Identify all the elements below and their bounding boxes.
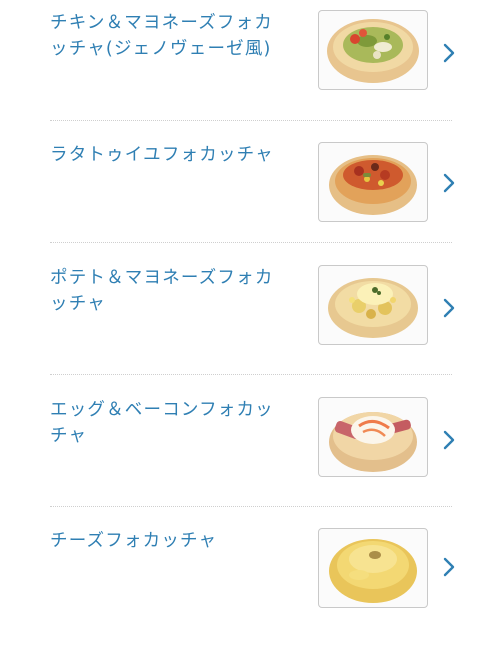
list-item[interactable]: エッグ＆ベーコンフォカッ チャ bbox=[0, 387, 480, 519]
chevron-right-icon[interactable] bbox=[440, 172, 458, 194]
chevron-right-icon[interactable] bbox=[440, 297, 458, 319]
product-name[interactable]: チキン＆マヨネーズフォカ ッチャ(ジェノヴェーゼ風) bbox=[50, 10, 298, 62]
product-thumbnail[interactable] bbox=[318, 10, 428, 90]
list-item[interactable]: チキン＆マヨネーズフォカ ッチャ(ジェノヴェーゼ風) bbox=[0, 0, 480, 132]
chevron-right-icon[interactable] bbox=[440, 429, 458, 451]
product-thumbnail[interactable] bbox=[318, 265, 428, 345]
divider bbox=[50, 506, 452, 507]
chevron-right-icon[interactable] bbox=[440, 42, 458, 64]
product-name[interactable]: ポテト＆マヨネーズフォカ ッチャ bbox=[50, 265, 298, 317]
divider bbox=[50, 374, 452, 375]
chevron-right-icon[interactable] bbox=[440, 556, 458, 578]
product-thumbnail[interactable] bbox=[318, 397, 428, 477]
product-name[interactable]: ラタトゥイユフォカッチャ bbox=[50, 142, 298, 168]
product-thumbnail[interactable] bbox=[318, 142, 428, 222]
list-item[interactable]: チーズフォカッチャ bbox=[0, 518, 480, 650]
product-name[interactable]: チーズフォカッチャ bbox=[50, 528, 298, 554]
product-name[interactable]: エッグ＆ベーコンフォカッ チャ bbox=[50, 397, 298, 449]
divider bbox=[50, 120, 452, 121]
divider bbox=[50, 242, 452, 243]
list-item[interactable]: ポテト＆マヨネーズフォカ ッチャ bbox=[0, 255, 480, 387]
product-thumbnail[interactable] bbox=[318, 528, 428, 608]
list-item[interactable]: ラタトゥイユフォカッチャ bbox=[0, 132, 480, 264]
